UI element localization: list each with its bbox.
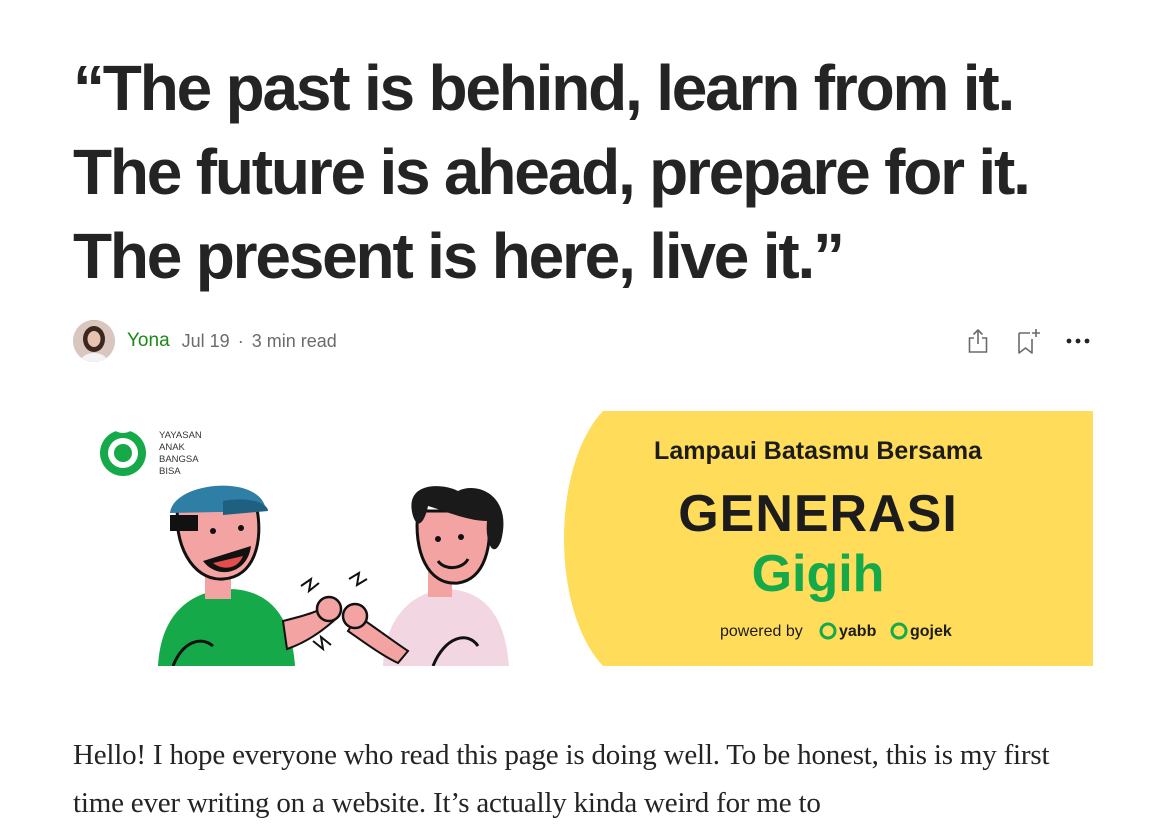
- author-avatar[interactable]: [73, 320, 115, 362]
- author-link[interactable]: Yona: [127, 330, 170, 352]
- more-icon: [1066, 338, 1090, 344]
- banner-partner1: yabb: [839, 623, 877, 640]
- banner-brand-word2: Gigih: [752, 545, 885, 603]
- publish-date: Jul 19: [181, 330, 230, 351]
- byline: Yona Jul 19 · 3 min read: [73, 320, 1093, 362]
- org-name-line4: BISA: [159, 466, 181, 477]
- bookmark-add-icon: [1018, 329, 1040, 354]
- org-name-line1: YAYASAN: [159, 430, 202, 441]
- article-title: “The past is behind, learn from it. The …: [73, 52, 1031, 292]
- banner-headline: Lampaui Batasmu Bersama: [654, 437, 983, 465]
- illustration-character-right: [341, 486, 509, 666]
- save-button[interactable]: [1015, 327, 1041, 355]
- banner-partner2: gojek: [910, 623, 952, 640]
- article-body-paragraph: Hello! I hope everyone who read this pag…: [73, 739, 1050, 819]
- banner-brand-word1: GENERASI: [678, 485, 958, 543]
- share-button[interactable]: [965, 327, 991, 355]
- article-actions: [965, 327, 1093, 355]
- meta-separator: ·: [237, 330, 244, 351]
- read-time: 3 min read: [251, 330, 337, 351]
- org-name-line3: BANGSA: [159, 454, 199, 465]
- hero-image: YAYASAN ANAK BANGSA BISA Lampaui Batasmu…: [73, 411, 1093, 666]
- share-icon: [968, 329, 988, 353]
- more-button[interactable]: [1065, 327, 1091, 355]
- yayasan-logo-icon: [100, 425, 146, 476]
- illustration-character-left: [158, 485, 343, 666]
- org-name-line2: ANAK: [159, 442, 186, 453]
- avatar-image: [73, 320, 115, 362]
- banner-powered-by: powered by: [720, 623, 803, 640]
